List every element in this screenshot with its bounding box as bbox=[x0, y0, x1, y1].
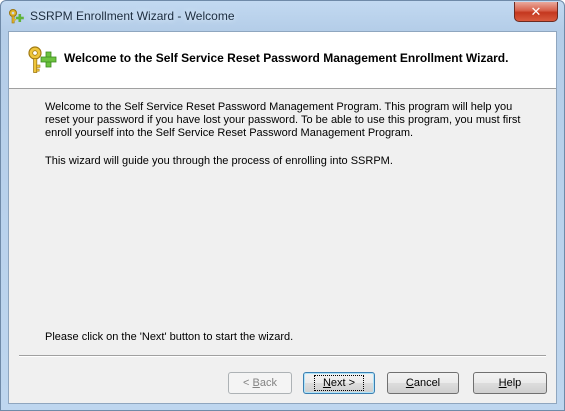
help-button-label: Help bbox=[498, 377, 522, 389]
title-bar[interactable]: SSRPM Enrollment Wizard - Welcome ✕ bbox=[1, 1, 564, 31]
close-button[interactable]: ✕ bbox=[514, 2, 558, 22]
cancel-button[interactable]: Cancel bbox=[387, 372, 459, 394]
close-icon: ✕ bbox=[530, 3, 542, 19]
back-button-label: < Back bbox=[243, 377, 277, 389]
keys-plus-icon bbox=[28, 46, 57, 73]
back-button[interactable]: < Back bbox=[228, 372, 292, 394]
next-button-label: Next > bbox=[313, 375, 365, 391]
wizard-client-area: Welcome to the Self Service Reset Passwo… bbox=[8, 31, 557, 404]
instruction-text: Please click on the 'Next' button to sta… bbox=[45, 331, 294, 343]
guide-paragraph: This wizard will guide you through the p… bbox=[45, 155, 393, 167]
cancel-button-label: Cancel bbox=[405, 377, 441, 389]
wizard-header: Welcome to the Self Service Reset Passwo… bbox=[9, 32, 556, 89]
wizard-window: SSRPM Enrollment Wizard - Welcome ✕ Welc… bbox=[0, 0, 565, 411]
app-keys-icon bbox=[9, 9, 24, 24]
footer-divider bbox=[19, 355, 546, 357]
window-title: SSRPM Enrollment Wizard - Welcome bbox=[30, 9, 235, 23]
page-title: Welcome to the Self Service Reset Passwo… bbox=[64, 51, 509, 65]
next-button[interactable]: Next > bbox=[303, 372, 375, 394]
help-button[interactable]: Help bbox=[473, 372, 547, 394]
intro-paragraph: Welcome to the Self Service Reset Passwo… bbox=[45, 101, 521, 139]
